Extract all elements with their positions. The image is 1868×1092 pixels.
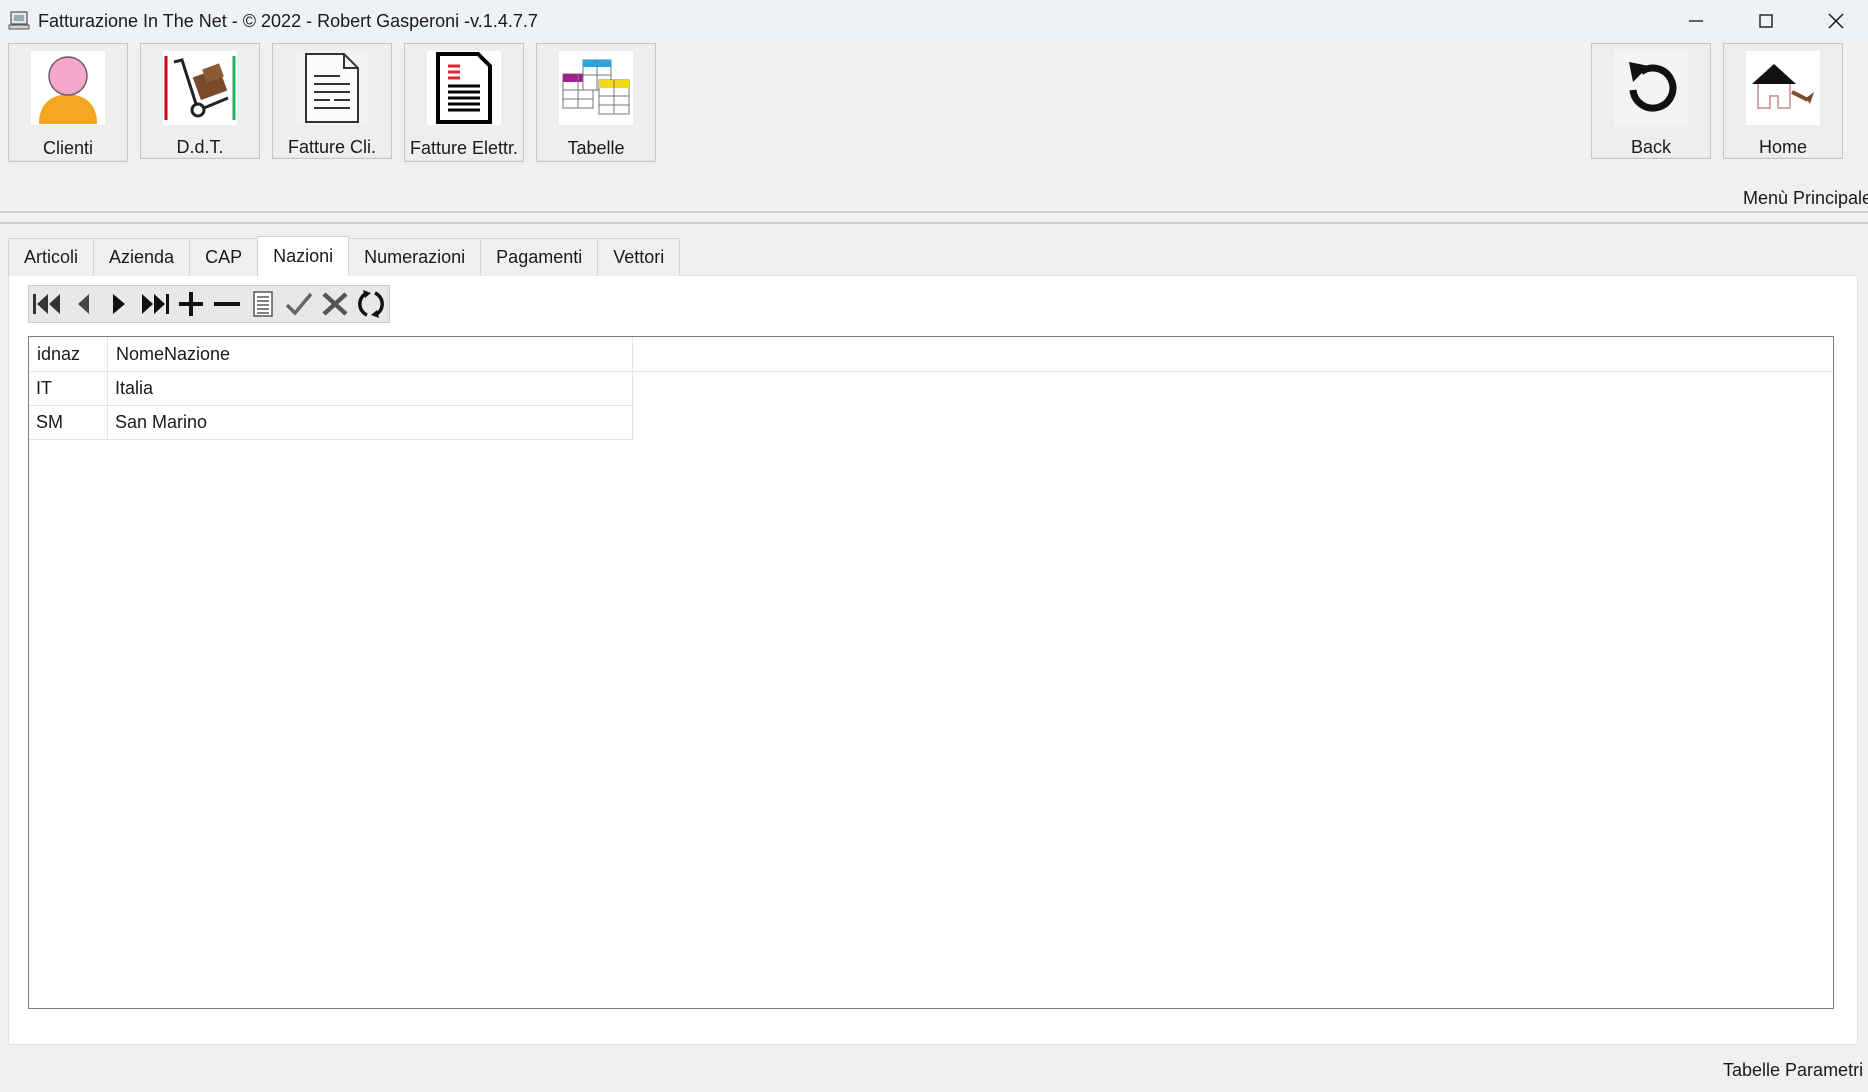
delete-icon: [214, 302, 240, 306]
tab-nazioni[interactable]: Nazioni: [257, 236, 350, 276]
fatture-cli-button[interactable]: Fatture Cli.: [272, 43, 392, 159]
section-label-menu-principale: Menù Principale: [1743, 188, 1868, 208]
hand-truck-icon: [163, 51, 237, 125]
refresh-icon: [358, 290, 384, 318]
last-record-icon: [142, 294, 169, 314]
tab-numerazioni[interactable]: Numerazioni: [348, 238, 482, 276]
edit-record-button[interactable]: [245, 286, 281, 322]
insert-record-button[interactable]: [173, 286, 209, 322]
cell-idnaz[interactable]: IT: [29, 372, 108, 406]
tab-articoli[interactable]: Articoli: [8, 238, 95, 276]
home-label: Home: [1758, 137, 1807, 157]
fatture-elettr-button[interactable]: Fatture Elettr.: [404, 43, 524, 162]
title-bar: Fatturazione In The Net - © 2022 - Rober…: [0, 0, 1868, 42]
first-record-icon: [33, 294, 60, 314]
first-record-button[interactable]: [29, 286, 65, 322]
tab-pagamenti[interactable]: Pagamenti: [480, 238, 599, 276]
maximize-icon: [1759, 14, 1773, 28]
next-record-icon: [113, 294, 125, 314]
electronic-invoice-icon: [427, 51, 501, 125]
document-icon: [295, 51, 369, 125]
tables-icon: [559, 51, 633, 125]
next-record-button[interactable]: [101, 286, 137, 322]
back-label: Back: [1630, 137, 1672, 157]
last-record-button[interactable]: [137, 286, 173, 322]
close-button[interactable]: [1802, 0, 1868, 42]
grid-header: idnaz NomeNazione: [29, 337, 1833, 372]
prior-record-button[interactable]: [65, 286, 101, 322]
clienti-label: Clienti: [42, 138, 94, 158]
maximize-button[interactable]: [1732, 0, 1800, 42]
close-icon: [1828, 13, 1844, 29]
nazioni-grid[interactable]: idnaz NomeNazione IT Italia SM San Marin…: [28, 336, 1834, 1009]
post-record-button[interactable]: [281, 286, 317, 322]
cancel-record-button[interactable]: [317, 286, 353, 322]
cell-idnaz[interactable]: SM: [29, 406, 108, 440]
post-icon: [285, 292, 313, 316]
column-header-nomenazione[interactable]: NomeNazione: [108, 337, 633, 372]
column-header-idnaz[interactable]: idnaz: [29, 337, 108, 372]
separator: [0, 211, 1868, 213]
minimize-icon: [1689, 20, 1703, 22]
section-label-tabelle-parametri: Tabelle Parametri: [1723, 1060, 1864, 1080]
delete-record-button[interactable]: [209, 286, 245, 322]
tab-azienda[interactable]: Azienda: [93, 238, 191, 276]
tab-bar: Articoli Azienda CAP Nazioni Numerazioni…: [8, 236, 681, 276]
tab-vettori[interactable]: Vettori: [597, 238, 681, 276]
ddt-label: D.d.T.: [176, 137, 224, 157]
clienti-button[interactable]: Clienti: [8, 43, 128, 162]
fatture-cli-label: Fatture Cli.: [287, 137, 377, 157]
insert-icon: [179, 292, 203, 316]
app-icon: [8, 11, 30, 30]
cancel-icon: [322, 292, 348, 316]
cell-nomenazione[interactable]: San Marino: [108, 406, 633, 440]
ddt-button[interactable]: D.d.T.: [140, 43, 260, 159]
tabelle-label: Tabelle: [567, 138, 625, 158]
minimize-button[interactable]: [1662, 0, 1730, 42]
fatture-elettr-label: Fatture Elettr.: [409, 138, 519, 158]
separator: [0, 222, 1868, 224]
refresh-button[interactable]: [353, 286, 389, 322]
person-icon: [31, 51, 105, 125]
back-arrow-icon: [1614, 51, 1688, 125]
back-button[interactable]: Back: [1591, 43, 1711, 159]
home-icon: [1746, 51, 1820, 125]
window-title: Fatturazione In The Net - © 2022 - Rober…: [38, 10, 538, 31]
edit-icon: [253, 291, 273, 317]
home-button[interactable]: Home: [1723, 43, 1843, 159]
record-navigator: [28, 285, 390, 323]
tab-cap[interactable]: CAP: [189, 238, 259, 276]
cell-nomenazione[interactable]: Italia: [108, 372, 633, 406]
tabelle-button[interactable]: Tabelle: [536, 43, 656, 162]
prior-record-icon: [78, 294, 89, 314]
